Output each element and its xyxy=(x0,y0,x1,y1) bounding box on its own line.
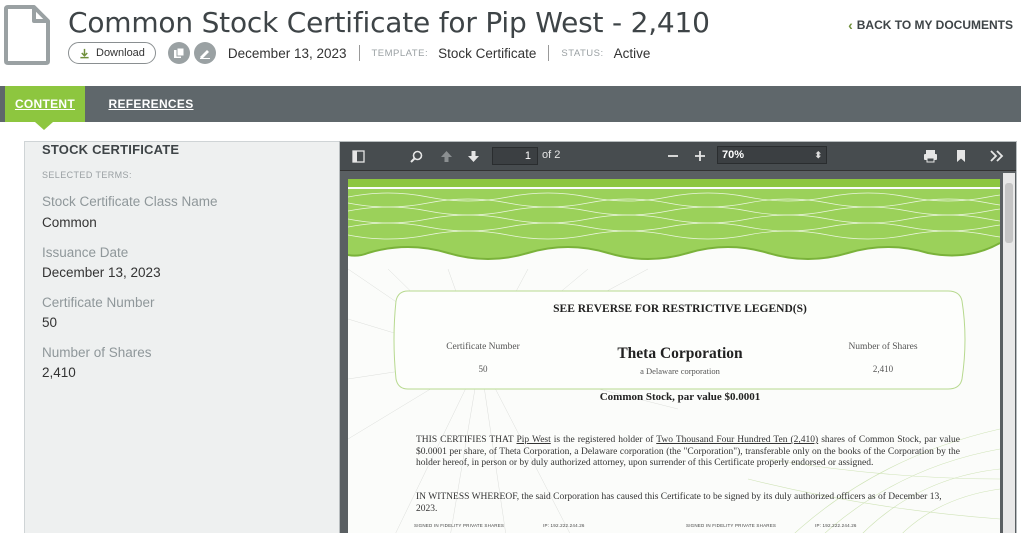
term-label-class-name: Stock Certificate Class Name xyxy=(42,194,218,209)
zoom-select[interactable]: 70% ⬍ xyxy=(717,146,827,164)
active-tab-indicator xyxy=(35,122,53,130)
term-label-certificate-number: Certificate Number xyxy=(42,295,155,310)
status-label: STATUS: xyxy=(561,47,604,59)
template-label: TEMPLATE: xyxy=(371,47,429,59)
certifies-text-2: is the registered holder of xyxy=(550,435,657,445)
zoom-value: 70% xyxy=(722,149,745,161)
document-icon xyxy=(4,5,50,65)
download-icon xyxy=(80,48,89,58)
zoom-in-icon[interactable] xyxy=(692,148,708,164)
term-value-issuance-date: December 13, 2023 xyxy=(42,265,161,280)
shares-value: 2,410 xyxy=(872,364,894,374)
tab-content[interactable]: CONTENT xyxy=(5,86,85,122)
document-date: December 13, 2023 xyxy=(227,45,347,61)
document-meta: Download December 13, 2023 TEMPLATE: Sto… xyxy=(68,41,650,65)
updown-arrow-icon: ⬍ xyxy=(814,150,822,160)
terms-panel: STOCK CERTIFICATE SELECTED TERMS: Stock … xyxy=(24,141,340,533)
download-button[interactable]: Download xyxy=(68,42,156,64)
download-label: Download xyxy=(96,47,145,59)
previous-page-icon[interactable] xyxy=(438,148,454,164)
scrollbar-thumb[interactable] xyxy=(1005,183,1013,243)
term-value-certificate-number: 50 xyxy=(42,315,58,330)
more-tools-icon[interactable] xyxy=(989,148,1005,164)
pdf-toolbar: 1 of 2 70% ⬍ xyxy=(340,142,1016,171)
back-to-documents-link[interactable]: ‹ BACK TO MY DOCUMENTS xyxy=(848,17,1013,33)
pdf-viewer: 1 of 2 70% ⬍ SEE REVERSE FOR RESTRICTIVE… xyxy=(339,141,1017,533)
sidebar-toggle-icon[interactable] xyxy=(350,148,366,164)
copy-document-icon[interactable] xyxy=(167,42,190,64)
search-icon[interactable] xyxy=(408,148,424,164)
page-number-input[interactable]: 1 xyxy=(492,147,538,165)
tab-bar: CONTENT REFERENCES xyxy=(0,86,1021,122)
stock-type: Common Stock, par value $0.0001 xyxy=(599,391,761,403)
signature-ip: IP: 192.222.244.26 xyxy=(543,523,585,528)
panel-title: STOCK CERTIFICATE xyxy=(42,142,180,157)
template-value: Stock Certificate xyxy=(438,45,537,61)
holder-name: Pip West xyxy=(516,435,551,445)
back-link-label: BACK TO MY DOCUMENTS xyxy=(856,18,1013,32)
tab-references[interactable]: REFERENCES xyxy=(108,86,194,122)
certifies-text-1: THIS CERTIFIES THAT xyxy=(416,435,517,445)
zoom-out-icon[interactable] xyxy=(665,148,681,164)
next-page-icon[interactable] xyxy=(465,148,481,164)
bookmark-icon[interactable] xyxy=(953,148,969,164)
status-value: Active xyxy=(613,45,651,61)
divider xyxy=(358,45,360,61)
page-title: Common Stock Certificate for Pip West - … xyxy=(68,6,710,39)
restrictive-legend: SEE REVERSE FOR RESTRICTIVE LEGEND(S) xyxy=(553,303,807,315)
signature-ip: IP: 192.222.244.26 xyxy=(815,523,857,528)
signature-caption: SIGNED IN FIDELITY PRIVATE SHARES xyxy=(414,523,505,528)
certificate-page: SEE REVERSE FOR RESTRICTIVE LEGEND(S) Ce… xyxy=(348,179,1000,533)
term-value-class-name: Common xyxy=(42,215,97,230)
print-icon[interactable] xyxy=(922,148,938,164)
witness-paragraph: IN WITNESS WHEREOF, the said Corporation… xyxy=(416,492,942,514)
signature-icon[interactable] xyxy=(193,42,216,64)
certification-paragraph: THIS CERTIFIES THAT Pip West is the regi… xyxy=(416,435,960,470)
term-label-number-of-shares: Number of Shares xyxy=(42,345,152,360)
signature-caption: SIGNED IN FIDELITY PRIVATE SHARES xyxy=(686,523,777,528)
term-label-issuance-date: Issuance Date xyxy=(42,245,129,260)
divider xyxy=(548,45,550,61)
shares-in-words: Two Thousand Four Hundred Ten (2,410) xyxy=(656,435,819,445)
pdf-scrollbar[interactable] xyxy=(1003,173,1015,533)
page-count: of 2 xyxy=(542,149,561,161)
chevron-left-icon: ‹ xyxy=(848,17,853,33)
term-value-number-of-shares: 2,410 xyxy=(42,365,76,380)
shares-label: Number of Shares xyxy=(848,342,918,352)
panel-subtitle: SELECTED TERMS: xyxy=(42,170,132,180)
